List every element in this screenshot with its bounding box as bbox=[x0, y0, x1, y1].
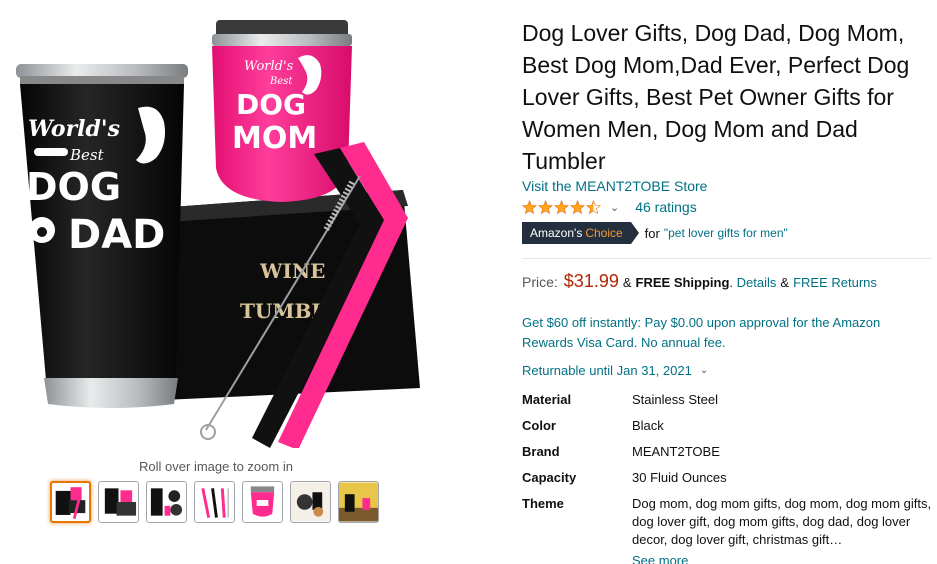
price-value: $31.99 bbox=[563, 271, 619, 291]
amazons-choice-row: Amazon's Choice for "pet lover gifts for… bbox=[522, 222, 788, 244]
star-icon bbox=[522, 199, 537, 214]
thumbnail-strip bbox=[50, 481, 379, 523]
specs-table: Material Stainless Steel Color Black Bra… bbox=[522, 391, 937, 557]
main-product-image[interactable]: WINE TUMBL World's Best DOG MOM World's … bbox=[8, 8, 428, 448]
mom-best: Best bbox=[269, 76, 293, 87]
amp-text-2: & bbox=[780, 275, 790, 290]
product-title: Dog Lover Gifts, Dog Dad, Dog Mom, Best … bbox=[522, 20, 910, 174]
amazons-choice-badge: Amazon's Choice bbox=[522, 222, 639, 244]
star-icon bbox=[554, 199, 569, 214]
rewards-card-promo-link[interactable]: Get $60 off instantly: Pay $0.00 upon ap… bbox=[522, 313, 932, 353]
spec-key: Brand bbox=[522, 444, 560, 459]
spec-row-color: Color Black bbox=[522, 417, 937, 435]
box-text-wine: WINE bbox=[259, 259, 325, 283]
spec-key: Theme bbox=[522, 496, 564, 511]
star-rating[interactable] bbox=[522, 199, 601, 215]
thumbnail-6[interactable] bbox=[290, 481, 331, 523]
spec-key: Color bbox=[522, 418, 556, 433]
spec-value: Black bbox=[632, 418, 664, 433]
thumbnail-1[interactable] bbox=[50, 481, 91, 523]
star-icon bbox=[538, 199, 553, 214]
details-link[interactable]: Details bbox=[737, 275, 777, 290]
thumbnail-2[interactable] bbox=[98, 481, 139, 523]
free-shipping-label: FREE Shipping bbox=[635, 275, 730, 290]
dad-best: Best bbox=[69, 146, 105, 164]
divider bbox=[522, 258, 932, 259]
spec-row-material: Material Stainless Steel bbox=[522, 391, 937, 409]
store-link[interactable]: Visit the MEANT2TOBE Store bbox=[522, 178, 707, 194]
spec-value: Stainless Steel bbox=[632, 392, 718, 407]
badge-accent: Choice bbox=[585, 226, 623, 240]
dad-worlds: World's bbox=[28, 116, 120, 142]
returnable-row[interactable]: Returnable until Jan 31, 2021 ⌄ bbox=[522, 363, 708, 378]
choice-keyword-link[interactable]: "pet lover gifts for men" bbox=[664, 226, 788, 240]
thumbnail-3[interactable] bbox=[146, 481, 187, 523]
black-tumbler: World's Best DOG DAD bbox=[16, 64, 188, 408]
spec-key: Material bbox=[522, 392, 572, 407]
spec-row-theme: Theme Dog mom, dog mom gifts, dog mom, d… bbox=[522, 495, 937, 549]
chevron-down-icon: ⌄ bbox=[699, 365, 709, 376]
badge-prefix: Amazon's bbox=[530, 226, 583, 240]
returnable-label: Returnable until Jan 31, 2021 bbox=[522, 363, 692, 378]
spec-value: Dog mom, dog mom gifts, dog mom, dog mom… bbox=[632, 496, 932, 547]
spec-row-capacity: Capacity 30 Fluid Ounces bbox=[522, 469, 937, 487]
free-returns-link[interactable]: FREE Returns bbox=[793, 275, 877, 290]
chevron-down-icon[interactable]: ⌄ bbox=[610, 201, 619, 214]
thumbnail-5[interactable] bbox=[242, 481, 283, 523]
see-more-link[interactable]: See more bbox=[632, 553, 688, 564]
price-row: Price: $31.99 & FREE Shipping . Details … bbox=[522, 271, 877, 291]
choice-for-label: for bbox=[644, 225, 660, 241]
spec-value: MEANT2TOBE bbox=[632, 444, 720, 459]
star-half-icon bbox=[586, 199, 601, 214]
mom-mom: MOM bbox=[232, 121, 317, 156]
dad-dad: DAD bbox=[68, 212, 165, 258]
star-icon bbox=[570, 199, 585, 214]
spec-row-brand: Brand MEANT2TOBE bbox=[522, 443, 937, 461]
image-gallery: WINE TUMBL World's Best DOG MOM World's … bbox=[0, 0, 440, 564]
ratings-count-link[interactable]: 46 ratings bbox=[635, 199, 696, 215]
thumbnail-4[interactable] bbox=[194, 481, 235, 523]
mom-worlds: World's bbox=[244, 59, 294, 74]
spec-key: Capacity bbox=[522, 470, 577, 485]
zoom-hint: Roll over image to zoom in bbox=[139, 459, 293, 474]
mom-dog: DOG bbox=[236, 88, 306, 121]
price-label: Price: bbox=[522, 274, 558, 290]
thumbnail-7[interactable] bbox=[338, 481, 379, 523]
dad-dog: DOG bbox=[26, 165, 121, 209]
amp-text: & bbox=[622, 275, 632, 290]
rating-row: ⌄ 46 ratings bbox=[522, 197, 697, 217]
spec-value: 30 Fluid Ounces bbox=[632, 470, 727, 485]
